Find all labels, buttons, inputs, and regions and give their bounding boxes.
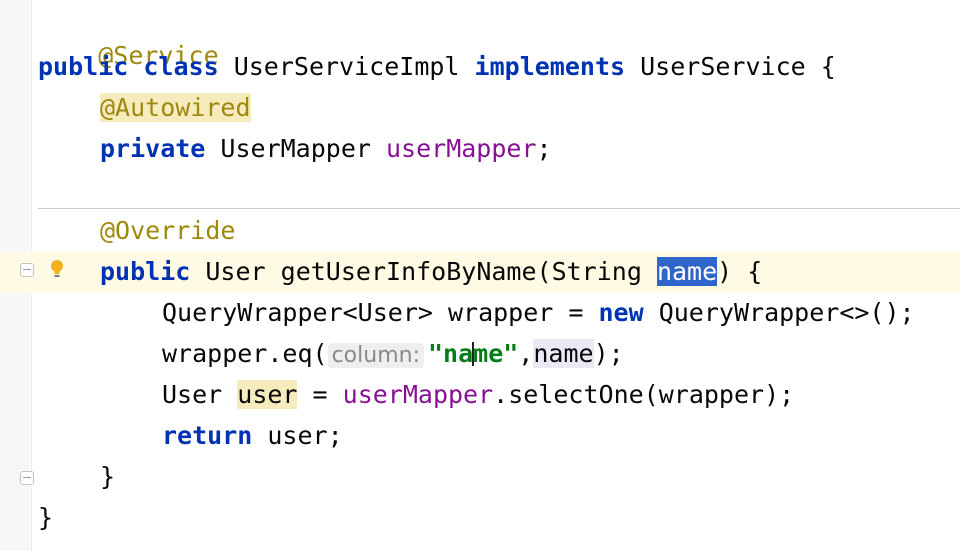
code-line-6: public User getUserInfoByName(String nam… [100, 257, 762, 287]
keyword: new [598, 298, 644, 327]
keyword: implements [474, 52, 626, 81]
code-line-12: } [38, 503, 53, 533]
code-line-11: } [100, 462, 115, 492]
variable-name: user [237, 380, 298, 409]
code-line-10: return user; [162, 421, 343, 451]
type-name: User [205, 257, 266, 286]
code-text: wrapper.eq( [162, 339, 328, 368]
code-line-5: @Override [100, 216, 235, 246]
selected-param[interactable]: name [656, 257, 718, 286]
code-text: .selectOne(wrapper); [493, 380, 795, 409]
code-text: QueryWrapper<>(); [643, 298, 915, 327]
code-text: ); [593, 339, 624, 368]
keyword: public [38, 52, 129, 81]
annotation: @Autowired [100, 93, 251, 122]
string-literal-end: me" [473, 339, 519, 368]
param-usage: name [533, 339, 594, 368]
keyword: private [100, 134, 206, 163]
method-separator [38, 208, 960, 209]
type-name: User [162, 380, 238, 409]
signature-end: ) { [717, 257, 763, 286]
keyword: class [143, 52, 219, 81]
fold-marker-icon[interactable] [20, 471, 34, 485]
keyword: return [162, 421, 253, 450]
closing-brace: } [38, 503, 54, 532]
code-line-8: wrapper.eq(column: "name",name); [162, 339, 624, 369]
semicolon: ; [536, 134, 552, 163]
code-text: QueryWrapper<User> wrapper = [162, 298, 599, 327]
comma: , [518, 339, 534, 368]
fold-marker-icon[interactable] [20, 263, 34, 277]
code-line-2: public class UserServiceImpl implements … [38, 52, 836, 82]
string-literal-start: "na [427, 339, 474, 368]
keyword: public [100, 257, 191, 286]
field-name: userMapper [386, 134, 537, 163]
code-line-1: @Service [38, 11, 218, 70]
closing-brace: } [100, 462, 116, 491]
code-line-3: @Autowired [100, 93, 251, 123]
field-name: userMapper [342, 380, 494, 409]
annotation: @Override [100, 216, 236, 245]
class-name: UserServiceImpl [233, 52, 460, 81]
code-line-9: User user = userMapper.selectOne(wrapper… [162, 380, 794, 410]
parameter-hint: column: [327, 343, 424, 368]
code-text: = [297, 380, 343, 409]
code-line-7: QueryWrapper<User> wrapper = new QueryWr… [162, 298, 915, 328]
code-line-4: private UserMapper userMapper; [100, 134, 552, 164]
code-text: user; [252, 421, 343, 450]
method-signature: getUserInfoByName(String [280, 257, 657, 286]
lightbulb-icon[interactable] [50, 259, 64, 279]
brace: { [820, 52, 836, 81]
interface-name: UserService [640, 52, 806, 81]
type-name: UserMapper [220, 134, 371, 163]
